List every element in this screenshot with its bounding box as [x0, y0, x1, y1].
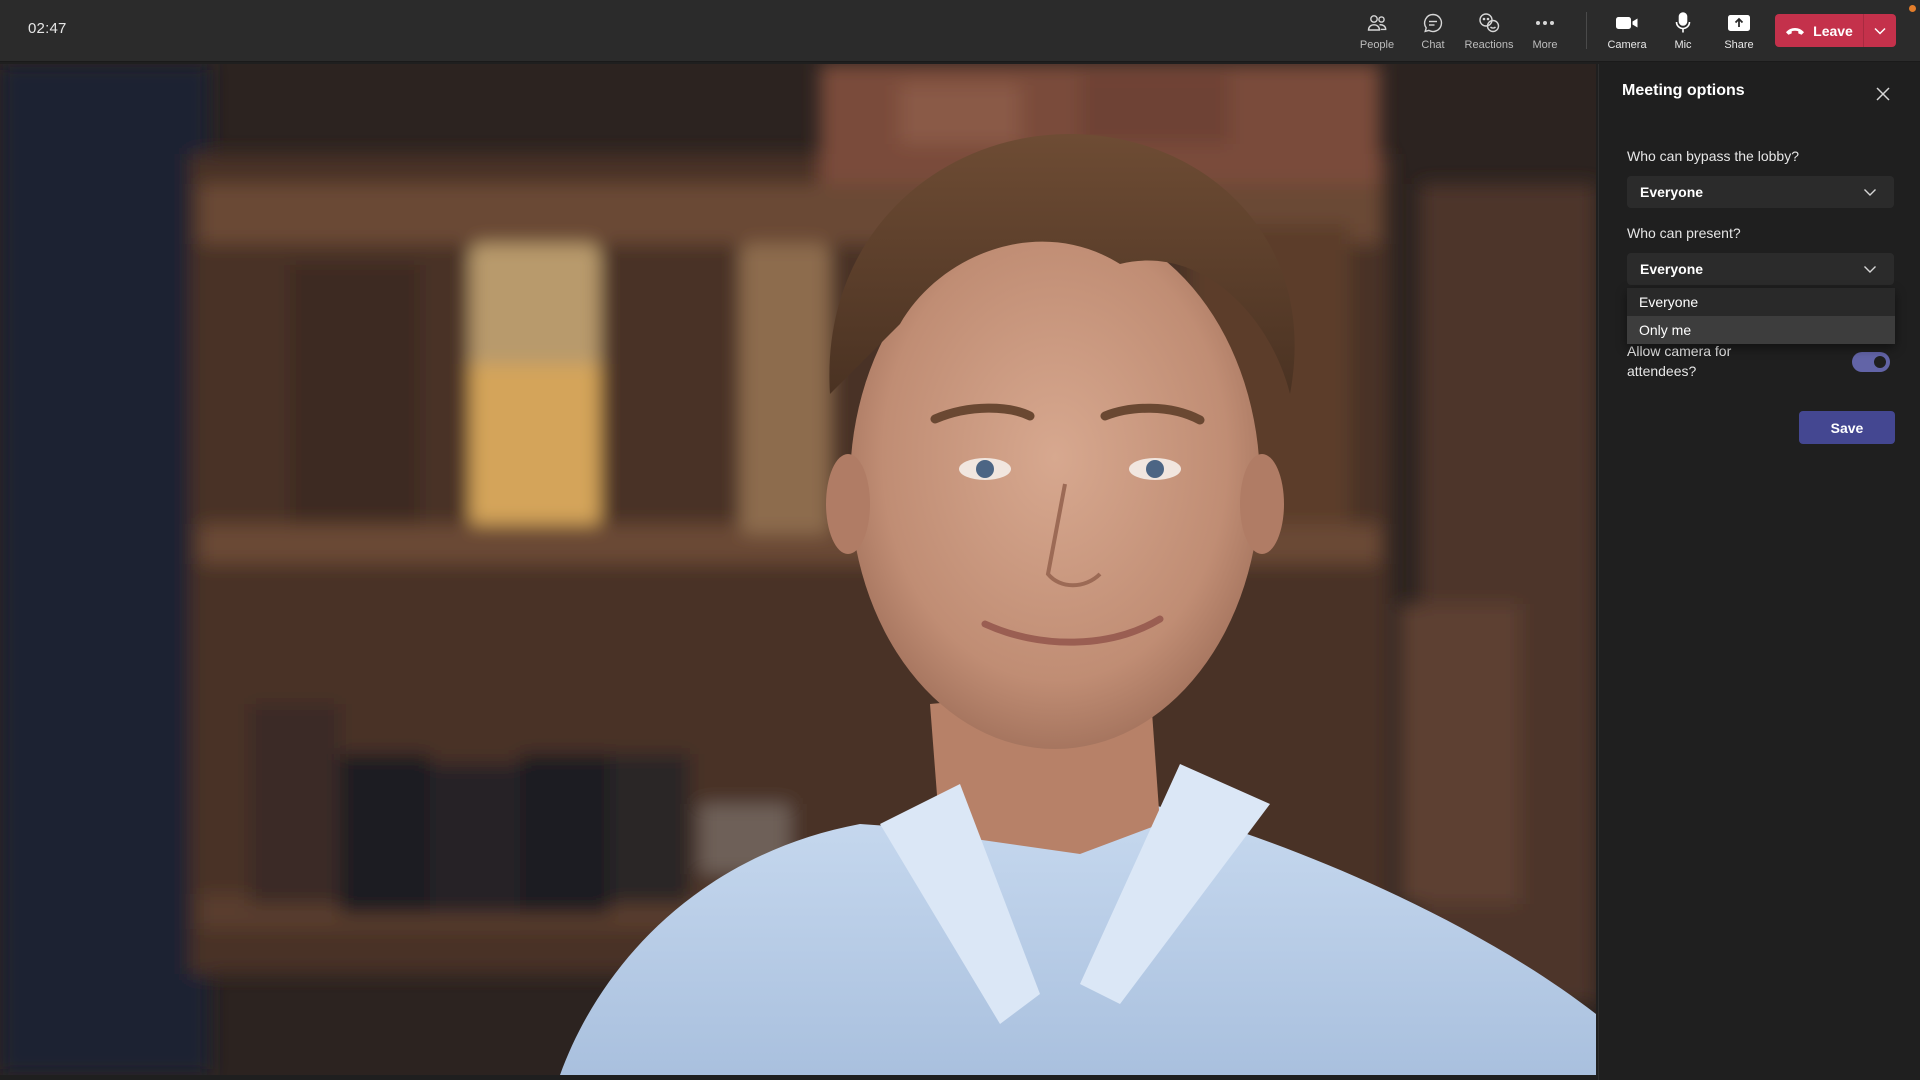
present-question: Who can present? [1627, 225, 1741, 241]
meeting-window: 02:47 People Chat Reactions More Camera … [0, 0, 1920, 1080]
more-label: More [1532, 39, 1558, 51]
save-button[interactable]: Save [1799, 411, 1895, 444]
mic-label: Mic [1674, 39, 1692, 51]
lobby-select-value: Everyone [1640, 184, 1704, 200]
people-label: People [1359, 39, 1395, 51]
present-select[interactable]: Everyone [1627, 253, 1894, 285]
meeting-toolbar: 02:47 People Chat Reactions More Camera … [0, 0, 1920, 62]
phone-hangup-icon [1785, 26, 1805, 36]
people-button[interactable]: People [1349, 8, 1405, 54]
option-label: Everyone [1639, 294, 1699, 310]
more-button[interactable]: More [1517, 8, 1573, 54]
chat-label: Chat [1421, 39, 1445, 51]
reactions-label: Reactions [1464, 39, 1514, 51]
camera-icon [1615, 11, 1639, 35]
more-icon [1533, 11, 1557, 35]
leave-label: Leave [1813, 22, 1853, 39]
people-icon [1365, 11, 1389, 35]
close-icon [1876, 87, 1890, 101]
chevron-down-icon [1864, 189, 1876, 196]
chat-icon [1421, 11, 1445, 35]
mic-icon [1671, 11, 1695, 35]
leave-button[interactable]: Leave [1775, 14, 1863, 47]
close-panel-button[interactable] [1871, 82, 1895, 106]
option-label: Only me [1639, 322, 1692, 338]
present-dropdown-menu: Everyone Only me [1627, 288, 1895, 344]
meeting-timer: 02:47 [28, 20, 67, 37]
notification-dot [1909, 5, 1916, 12]
reactions-button[interactable]: Reactions [1461, 8, 1517, 54]
lobby-select[interactable]: Everyone [1627, 176, 1894, 208]
camera-toggle[interactable] [1852, 352, 1890, 372]
leave-button-group: Leave [1775, 14, 1896, 47]
camera-question: Allow camera for attendees? [1627, 343, 1732, 379]
share-button[interactable]: Share [1711, 8, 1767, 54]
camera-button[interactable]: Camera [1599, 8, 1655, 54]
dropdown-option-everyone[interactable]: Everyone [1627, 288, 1895, 316]
dropdown-option-only-me[interactable]: Only me [1627, 316, 1895, 344]
chat-button[interactable]: Chat [1405, 8, 1461, 54]
share-label: Share [1724, 39, 1754, 51]
leave-options-dropdown[interactable] [1863, 14, 1896, 47]
participant-video [0, 64, 1596, 1075]
panel-title: Meeting options [1622, 82, 1745, 99]
meeting-options-panel: Meeting options Who can bypass the lobby… [1598, 64, 1920, 1080]
toggle-knob [1874, 356, 1886, 368]
mic-button[interactable]: Mic [1655, 8, 1711, 54]
reactions-icon [1477, 11, 1501, 35]
lobby-question: Who can bypass the lobby? [1627, 148, 1799, 164]
present-select-value: Everyone [1640, 261, 1704, 277]
chevron-down-icon [1864, 266, 1876, 273]
toolbar-divider [1586, 12, 1587, 49]
share-icon [1727, 11, 1751, 35]
chevron-down-icon [1874, 27, 1886, 35]
camera-label: Camera [1607, 39, 1647, 51]
